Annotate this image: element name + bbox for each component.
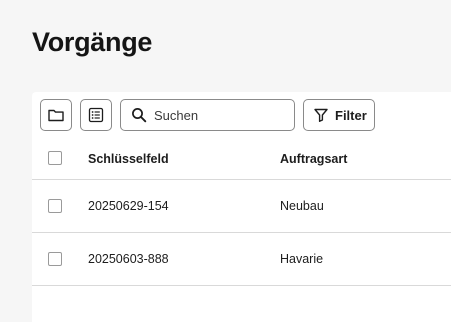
cell-auftragsart: Neubau — [280, 199, 324, 213]
table-toolbar: Filter — [40, 99, 375, 131]
search-field[interactable] — [120, 99, 295, 131]
column-header-auftragsart[interactable]: Auftragsart — [280, 151, 347, 167]
folder-icon — [47, 106, 65, 124]
table-card: Filter Schlüsselfeld Auftragsart 2025062… — [32, 92, 451, 322]
table-header-row: Schlüsselfeld Auftragsart — [32, 144, 451, 180]
select-all-checkbox[interactable] — [48, 151, 62, 165]
search-icon — [131, 107, 147, 123]
folder-button[interactable] — [40, 99, 72, 131]
row-checkbox[interactable] — [48, 199, 62, 213]
filter-button-label: Filter — [335, 107, 367, 123]
list-icon — [87, 106, 105, 124]
table-row[interactable]: 20250603-888 Havarie — [32, 233, 451, 286]
cell-auftragsart: Havarie — [280, 252, 324, 266]
list-view-button[interactable] — [80, 99, 112, 131]
table-row[interactable]: 20250629-154 Neubau — [32, 180, 451, 233]
page-title: Vorgänge — [32, 27, 153, 57]
filter-icon — [313, 107, 329, 123]
row-checkbox[interactable] — [48, 252, 62, 266]
search-input[interactable] — [154, 107, 284, 123]
cell-schluesselfeld: 20250629-154 — [88, 199, 169, 213]
cell-schluesselfeld: 20250603-888 — [88, 252, 169, 266]
column-header-schluesselfeld[interactable]: Schlüsselfeld — [88, 151, 169, 167]
filter-button[interactable]: Filter — [303, 99, 375, 131]
